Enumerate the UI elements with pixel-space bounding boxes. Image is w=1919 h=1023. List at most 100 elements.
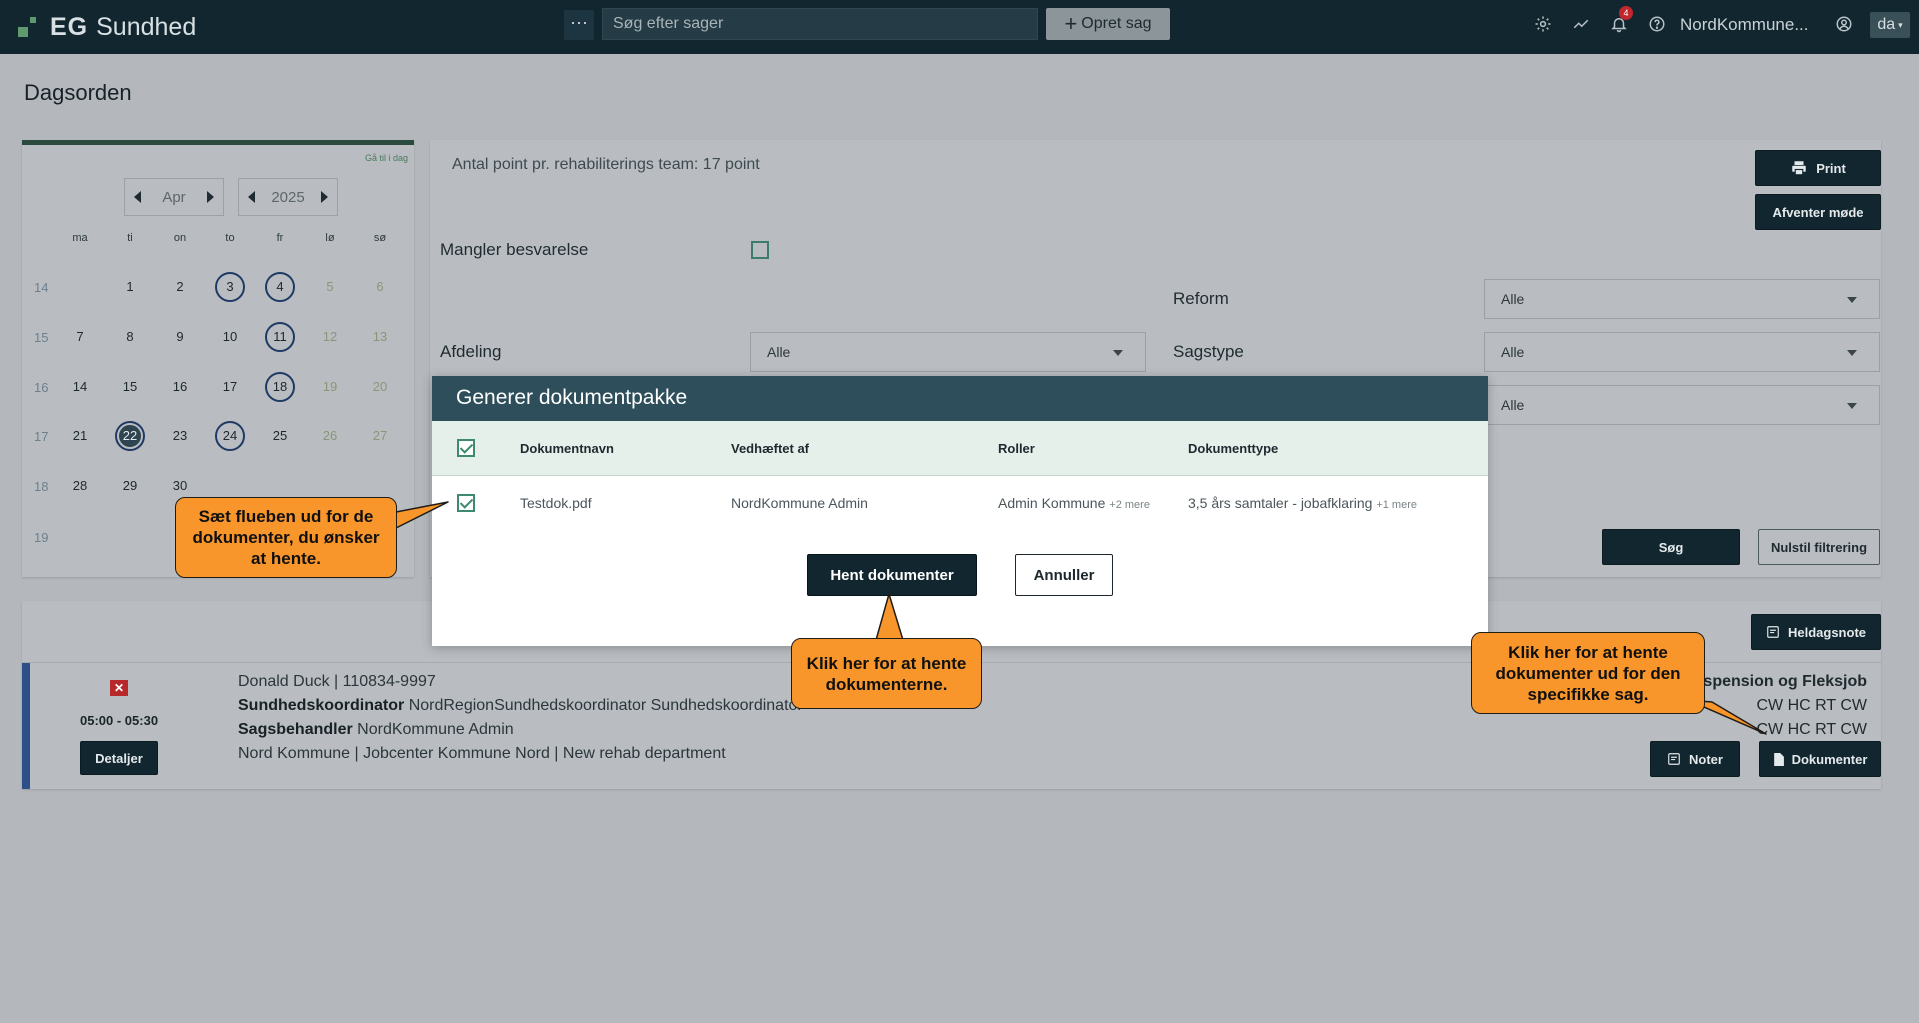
case-coordinator: Sundhedskoordinator NordRegionSundhedsko… xyxy=(238,697,803,715)
callout-case-documents: Klik her for at hente dokumenter ud for … xyxy=(1471,632,1705,714)
calendar-day[interactable]: 6 xyxy=(365,272,395,302)
case-type-value: Alle xyxy=(1501,344,1525,360)
column-document-name: Dokumentnavn xyxy=(520,441,614,456)
help-icon[interactable] xyxy=(1645,12,1669,36)
reform-value: Alle xyxy=(1501,291,1525,307)
next-month-icon[interactable] xyxy=(207,191,214,203)
case-type-text: tidspension og Fleksjob xyxy=(1683,673,1867,690)
cancel-status-icon: ✕ xyxy=(110,680,128,696)
document-package-dialog: Generer dokumentpakke Dokumentnavn Vedhæ… xyxy=(432,376,1488,646)
calendar-day[interactable]: 9 xyxy=(165,322,195,352)
caseworker-label: Sagsbehandler xyxy=(238,721,353,738)
logo-brand-name: Sundhed xyxy=(96,12,197,41)
caseworker-value: NordKommune Admin xyxy=(357,721,514,738)
next-year-icon[interactable] xyxy=(321,191,328,203)
calendar-day[interactable]: 3 xyxy=(215,272,245,302)
user-name[interactable]: NordKommune... xyxy=(1680,15,1809,35)
calendar-day[interactable]: 21 xyxy=(65,421,95,451)
week-number: 15 xyxy=(34,330,49,345)
calendar-day[interactable]: 7 xyxy=(65,322,95,352)
bell-icon[interactable]: 4 xyxy=(1607,6,1633,36)
calendar-day[interactable]: 24 xyxy=(215,421,245,451)
notes-label: Noter xyxy=(1689,751,1723,767)
calendar-day[interactable]: 26 xyxy=(315,421,345,451)
print-label: Print xyxy=(1816,160,1846,176)
user-icon[interactable] xyxy=(1832,12,1856,36)
gear-icon[interactable] xyxy=(1531,12,1555,36)
calendar-day[interactable]: 5 xyxy=(315,272,345,302)
goto-today-link[interactable]: Gå til i dag xyxy=(365,153,408,163)
logo-mark-icon xyxy=(18,15,42,39)
calendar-day[interactable]: 10 xyxy=(215,322,245,352)
weekday-header: on xyxy=(173,232,187,244)
department-select[interactable]: Alle xyxy=(750,332,1146,372)
calendar-day[interactable]: 4 xyxy=(265,272,295,302)
case-type-select[interactable]: Alle xyxy=(1484,332,1880,372)
third-filter-select[interactable]: Alle xyxy=(1484,385,1880,425)
month-selector[interactable]: Apr xyxy=(124,178,224,216)
trend-icon[interactable] xyxy=(1569,12,1593,36)
caret-down-icon xyxy=(1113,350,1123,356)
calendar-day[interactable]: 8 xyxy=(115,322,145,352)
search-button[interactable]: Søg xyxy=(1602,529,1740,565)
calendar-day[interactable]: 11 xyxy=(265,322,295,352)
all-day-note-button[interactable]: Heldagsnote xyxy=(1751,614,1881,650)
caret-down-icon xyxy=(1847,403,1857,409)
details-button[interactable]: Detaljer xyxy=(80,741,158,775)
document-attached-by: NordKommune Admin xyxy=(731,495,868,511)
calendar-day[interactable]: 20 xyxy=(365,372,395,402)
column-document-type: Dokumenttype xyxy=(1188,441,1279,456)
note-icon xyxy=(1767,626,1779,638)
document-row-checkbox[interactable] xyxy=(457,494,475,512)
calendar-day[interactable]: 19 xyxy=(315,372,345,402)
calendar-day[interactable]: 13 xyxy=(365,322,395,352)
doc-type-more[interactable]: +1 mere xyxy=(1376,499,1417,511)
reset-filter-button[interactable]: Nulstil filtrering xyxy=(1758,529,1880,565)
previous-year-icon[interactable] xyxy=(248,191,255,203)
await-meeting-button[interactable]: Afventer møde xyxy=(1755,194,1881,230)
calendar-day[interactable]: 18 xyxy=(265,372,295,402)
calendar-day[interactable]: 17 xyxy=(215,372,245,402)
calendar-day[interactable]: 22 xyxy=(115,421,145,451)
note-icon xyxy=(1668,753,1680,765)
cancel-button[interactable]: Annuller xyxy=(1015,554,1113,596)
calendar-day[interactable]: 14 xyxy=(65,372,95,402)
page-title: Dagsorden xyxy=(24,80,132,105)
more-menu-button[interactable]: ⋯ xyxy=(564,10,594,40)
calendar-day[interactable]: 16 xyxy=(165,372,195,402)
app-logo[interactable]: EG Sundhed xyxy=(18,10,196,44)
calendar-day[interactable]: 12 xyxy=(315,322,345,352)
case-person: Donald Duck | 110834-9997 xyxy=(238,673,436,690)
missing-answer-checkbox[interactable] xyxy=(751,241,769,259)
weekday-header: fr xyxy=(276,232,284,244)
calendar-day[interactable]: 28 xyxy=(65,471,95,501)
calendar-day[interactable]: 25 xyxy=(265,421,295,451)
print-button[interactable]: Print xyxy=(1755,150,1881,186)
reform-select[interactable]: Alle xyxy=(1484,279,1880,319)
year-selector[interactable]: 2025 xyxy=(238,178,338,216)
column-attached-by: Vedhæftet af xyxy=(731,441,810,456)
calendar-day[interactable]: 1 xyxy=(115,272,145,302)
week-number: 17 xyxy=(34,429,49,444)
calendar-day[interactable]: 2 xyxy=(165,272,195,302)
month-value: Apr xyxy=(162,188,186,206)
calendar-day[interactable]: 29 xyxy=(115,471,145,501)
roles-more[interactable]: +2 mere xyxy=(1109,499,1150,511)
calendar-day[interactable]: 23 xyxy=(165,421,195,451)
language-value: da xyxy=(1877,16,1896,33)
calendar-day[interactable]: 27 xyxy=(365,421,395,451)
roles-value: Admin Kommune xyxy=(998,495,1106,511)
coordinator-label: Sundhedskoordinator xyxy=(238,697,405,714)
department-value: Alle xyxy=(767,344,791,360)
create-case-button[interactable]: + Opret sag xyxy=(1046,8,1170,40)
case-search-input[interactable] xyxy=(602,8,1038,40)
previous-month-icon[interactable] xyxy=(134,191,141,203)
coordinator-value: NordRegionSundhedskoordinator Sundhedsko… xyxy=(408,697,803,714)
calendar-day[interactable]: 15 xyxy=(115,372,145,402)
language-selector[interactable]: da ▾ xyxy=(1870,12,1910,38)
fetch-documents-button[interactable]: Hent dokumenter xyxy=(807,554,977,596)
notes-button[interactable]: Noter xyxy=(1650,741,1740,777)
documents-button[interactable]: Dokumenter xyxy=(1759,741,1881,777)
select-all-checkbox[interactable] xyxy=(457,439,475,457)
dialog-title: Generer dokumentpakke xyxy=(432,376,1488,421)
